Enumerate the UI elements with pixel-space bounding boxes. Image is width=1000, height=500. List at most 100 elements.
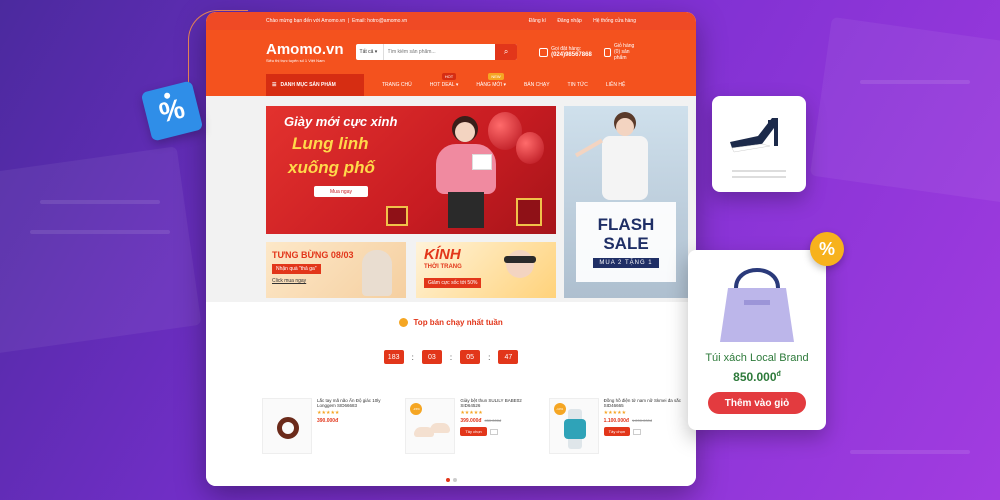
nav-contact[interactable]: LIÊN HỆ [606,82,625,88]
logo-tagline: Siêu thị trực tuyến số 1 Việt Nam [266,57,325,63]
register-link[interactable]: Đăng kí [529,18,546,24]
bestseller-section: Top bán chạy nhất tuần 183: 03: 05: 47 L… [206,310,696,486]
login-link[interactable]: Đăng nhập [557,18,581,24]
nav-best-seller[interactable]: BÁN CHẠY [524,82,550,88]
background-page-decoration [0,146,202,354]
product-card[interactable]: -15% Giày bệt thun SULILY BABE02 SID6452… [405,398,538,458]
flash-sale-box: FLASH SALE MUA 2 TẶNG 1 [576,202,676,282]
product-old-price: 1.200.000đ [631,418,652,423]
cart-button[interactable]: Giỏ hàng (0) sản phẩm [603,43,636,61]
site-logo[interactable]: Amomo.vn Siêu thị trực tuyến số 1 Việt N… [266,42,344,63]
balloon-decoration [516,132,544,164]
product-name[interactable]: Giày bệt thun SULILY BABE02 SID64526 [460,398,538,408]
product-image[interactable] [262,398,312,454]
welcome-text: Chào mừng bạn đến với Amomo.vn [266,18,346,24]
product-price: 850.000đ [733,370,781,384]
product-name[interactable]: Đồng hồ điện tử nam nữ Skmei đa sắc SID4… [604,398,682,408]
store-system-link[interactable]: Hệ thống cửa hàng [593,18,636,24]
womens-day-promo: Nhận quà "thả ga" [272,264,321,274]
website-mockup: Chào mừng bạn đến với Amomo.vn | Email: … [206,12,696,486]
countdown-minutes: 05 [460,350,481,364]
womens-day-banner[interactable]: TƯNG BỪNG 08/03 Nhận quà "thả ga" Click … [266,242,406,298]
product-list: Lắc tay mã não Ấn Độ giác 10ly Longgem S… [262,398,682,458]
countdown-hours: 03 [421,350,442,364]
shop-now-button[interactable]: Mua ngay [314,186,368,197]
countdown-days: 183 [383,350,404,364]
product-image[interactable]: -15% [405,398,456,454]
product-price: 1.100.000đ [603,418,629,424]
flash-text: FLASH [597,215,655,235]
fire-icon [399,318,409,328]
select-button[interactable]: Tây chọn [460,427,487,436]
background-line [30,230,170,234]
handbag-product-card[interactable]: Túi xách Local Brand 850.000đ Thêm vào g… [688,250,826,430]
menu-icon: ☰ [272,82,277,88]
compare-icon[interactable] [633,428,642,435]
carousel-dot[interactable] [445,478,450,482]
product-price: 390.000đ [317,418,339,424]
placeholder-line [732,170,786,172]
eyewear-title: KÍNH [424,246,461,263]
handbag-icon [720,268,794,342]
flash-sale-banner[interactable]: FLASH SALE MUA 2 TẶNG 1 [564,106,688,298]
product-image[interactable]: -10% [548,398,599,454]
main-nav: ☰ DANH MỤC SẢN PHẨM TRANG CHỦ HOT HOT DE… [206,73,696,96]
search-button[interactable]: ⌕ [495,44,518,60]
hot-badge: HOT [441,73,457,80]
product-name: Túi xách Local Brand [705,352,809,364]
search-category-select[interactable]: Tất cả ▾ [356,44,384,60]
bestseller-title: Top bán chạy nhất tuần [206,318,696,328]
main-promo-banner[interactable]: Giày mới cực xinh Lung linh xuống phố Mu… [266,106,556,234]
model-image [426,106,506,234]
womens-day-title: TƯNG BỪNG 08/03 [272,250,354,260]
product-rating: ★★★★★ [603,410,627,416]
search-icon: ⌕ [503,47,509,56]
percent-badge-icon: % [810,232,844,266]
high-heel-shoe-icon [730,118,778,153]
nav-new-arrivals[interactable]: NEW HÀNG MỚI ▾ [476,73,506,88]
nav-news[interactable]: TIN TỨC [568,82,588,88]
background-line [40,200,160,204]
product-rating: ★★★★★ [460,410,483,416]
top-bar: Chào mừng bạn đến với Amomo.vn | Email: … [206,12,696,30]
nav-hot-deal[interactable]: HOT HOT DEAL ▾ [430,73,458,88]
cart-icon [603,47,611,57]
product-card[interactable]: Lắc tay mã não Ấn Độ giác 10ly Longgem S… [262,398,395,458]
sale-text: SALE [603,234,649,253]
countdown-timer: 183: 03: 05: 47 [206,350,696,364]
product-price: 399.000đ [460,418,482,424]
new-badge: NEW [488,73,504,80]
eyewear-promo: Giảm cực sốc tới 50% [424,278,482,288]
compare-icon[interactable] [489,428,498,435]
eyewear-subtitle: THỜI TRANG [424,264,462,270]
hotline: Gọi đặt hàng: (024)98567868 [539,46,592,58]
carousel-dots [206,478,696,482]
background-line [850,450,970,454]
gift-box-decoration [386,206,408,226]
search-bar: Tất cả ▾ ⌕ [355,44,518,60]
add-to-cart-button[interactable]: Thêm vào giỏ [708,392,806,414]
support-email: Email: hotro@amomo.vn [352,18,408,24]
carousel-dot[interactable] [452,478,457,482]
product-rating: ★★★★★ [317,410,340,416]
cart-count: (0) sản phẩm [614,49,630,61]
hero-area: Giày mới cực xinh Lung linh xuống phố Mu… [206,96,696,302]
background-line [860,80,970,84]
select-button[interactable]: Tây chọn [603,427,631,436]
banner-line-3: xuống phố [288,158,375,177]
buy2get1-text: MUA 2 TẶNG 1 [593,257,659,268]
placeholder-line [732,176,786,178]
countdown-seconds: 47 [498,350,519,364]
category-menu-button[interactable]: ☰ DANH MỤC SẢN PHẨM [266,74,364,96]
eyewear-banner[interactable]: KÍNH THỜI TRANG Giảm cực sốc tới 50% [416,242,556,298]
product-card[interactable]: -10% Đồng hồ điện tử nam nữ Skmei đa sắc… [548,398,682,458]
discount-badge: -10% [553,403,566,415]
background-page-decoration [809,16,1000,204]
product-old-price: 450.000đ [484,418,502,423]
gift-box-decoration [516,198,542,226]
product-name[interactable]: Lắc tay mã não Ấn Độ giác 10ly Longgem S… [317,398,395,408]
search-input[interactable] [383,44,496,60]
nav-home[interactable]: TRANG CHỦ [382,82,412,88]
shoe-product-card[interactable] [712,96,806,192]
womens-day-link[interactable]: Click mua ngay [272,278,306,284]
